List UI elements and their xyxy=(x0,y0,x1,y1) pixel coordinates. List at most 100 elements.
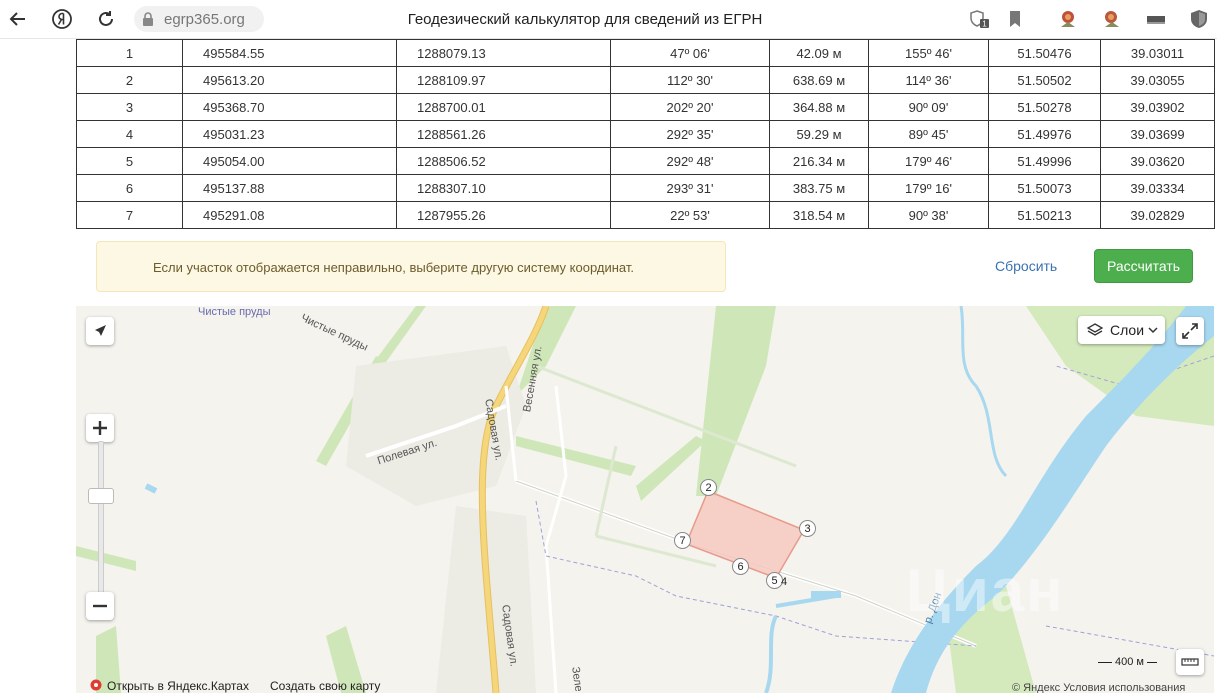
watermark: Циан xyxy=(906,557,1065,624)
extension-icon-3[interactable] xyxy=(1145,8,1167,30)
zoom-out-button[interactable] xyxy=(86,592,114,620)
url-text: egrp365.org xyxy=(164,11,245,28)
ruler-button[interactable] xyxy=(1176,649,1204,675)
address-bar[interactable]: egrp365.org xyxy=(134,6,264,32)
expand-icon xyxy=(1182,323,1198,339)
notice-text: Если участок отображается неправильно, в… xyxy=(153,260,634,275)
table-cell: 292º 35' xyxy=(610,120,770,148)
warning-notice: Если участок отображается неправильно, в… xyxy=(96,241,726,292)
bookmark-icon[interactable] xyxy=(1004,8,1026,30)
table-cell: 364.88 м xyxy=(769,93,869,121)
table-cell: 22º 53' xyxy=(610,201,770,229)
yandex-logo-icon[interactable] xyxy=(51,8,73,30)
table-cell: 51.50073 xyxy=(988,174,1101,202)
vertex-4[interactable]: 4 xyxy=(781,576,787,588)
scale-label: 400 м xyxy=(1115,656,1144,668)
table-cell: 383.75 м xyxy=(769,174,869,202)
fullscreen-button[interactable] xyxy=(1176,317,1204,345)
extension-icon-1[interactable] xyxy=(1057,8,1079,30)
table-cell: 1 xyxy=(76,39,183,67)
reload-icon[interactable] xyxy=(95,8,117,30)
table-cell: 202º 20' xyxy=(610,93,770,121)
table-cell: 4 xyxy=(76,120,183,148)
table-cell: 39.02829 xyxy=(1100,201,1215,229)
table-cell: 638.69 м xyxy=(769,66,869,94)
table-cell: 1288700.01 xyxy=(396,93,611,121)
extension-icon-2[interactable] xyxy=(1101,8,1123,30)
table-cell: 179º 16' xyxy=(868,174,989,202)
table-cell: 51.50502 xyxy=(988,66,1101,94)
zoom-in-button[interactable] xyxy=(86,414,114,442)
table-cell: 51.49976 xyxy=(988,120,1101,148)
table-row: 2 495613.20 1288109.97 112º 30' 638.69 м 114º… xyxy=(76,66,1215,94)
table-cell: 112º 30' xyxy=(610,66,770,94)
table-cell: 7 xyxy=(76,201,183,229)
table-cell: 42.09 м xyxy=(769,39,869,67)
label-chistye-prudy: Чистые пруды xyxy=(198,306,271,318)
vertex-7[interactable]: 7 xyxy=(674,532,691,549)
table-cell: 51.50476 xyxy=(988,39,1101,67)
open-yandex-maps-link[interactable]: Открыть в Яндекс.Картах xyxy=(90,679,249,693)
location-arrow-icon xyxy=(95,325,106,336)
vertex-3[interactable]: 3 xyxy=(799,520,816,537)
table-cell: 39.03055 xyxy=(1100,66,1215,94)
lock-icon xyxy=(143,12,153,26)
reset-link[interactable]: Сбросить xyxy=(995,258,1057,274)
map-background xyxy=(76,306,1214,693)
table-row: 7 495291.08 1287955.26 22º 53' 318.54 м 90º 3… xyxy=(76,201,1215,229)
table-cell: 495613.20 xyxy=(182,66,397,94)
scale-indicator: 400 м xyxy=(1098,656,1157,668)
plus-icon xyxy=(93,421,107,435)
table-cell: 39.03011 xyxy=(1100,39,1215,67)
table-cell: 90º 38' xyxy=(868,201,989,229)
table-cell: 39.03620 xyxy=(1100,147,1215,175)
page-title: Геодезический калькулятор для сведений и… xyxy=(407,11,763,28)
protect-icon[interactable]: 1 xyxy=(968,8,990,30)
copyright-text: © Яндекс Условия использования xyxy=(1012,682,1186,693)
table-cell: 495584.55 xyxy=(182,39,397,67)
table-cell: 2 xyxy=(76,66,183,94)
table-cell: 1288561.26 xyxy=(396,120,611,148)
map[interactable]: Чистые пруды Чистые пруды Полевая ул. Са… xyxy=(76,306,1214,693)
table-cell: 51.50213 xyxy=(988,201,1101,229)
ruler-icon xyxy=(1181,658,1199,666)
table-cell: 179º 46' xyxy=(868,147,989,175)
table-cell: 1288079.13 xyxy=(396,39,611,67)
geolocation-button[interactable] xyxy=(86,317,114,345)
table-cell: 47º 06' xyxy=(610,39,770,67)
table-cell: 495137.88 xyxy=(182,174,397,202)
table-cell: 155º 46' xyxy=(868,39,989,67)
table-cell: 59.29 м xyxy=(769,120,869,148)
layers-button[interactable]: Слои xyxy=(1078,316,1165,344)
table-row: 1 495584.55 1288079.13 47º 06' 42.09 м 155º 4… xyxy=(76,39,1215,67)
coordinates-table: 1 495584.55 1288079.13 47º 06' 42.09 м 155º 4… xyxy=(76,39,1215,229)
table-cell: 90º 09' xyxy=(868,93,989,121)
table-row: 4 495031.23 1288561.26 292º 35' 59.29 м 89º 4… xyxy=(76,120,1215,148)
table-cell: 495291.08 xyxy=(182,201,397,229)
table-row: 5 495054.00 1288506.52 292º 48' 216.34 м 179º… xyxy=(76,147,1215,175)
minus-icon xyxy=(93,604,107,608)
table-cell: 51.49996 xyxy=(988,147,1101,175)
layers-label: Слои xyxy=(1110,322,1145,338)
table-row: 3 495368.70 1288700.01 202º 20' 364.88 м 90º … xyxy=(76,93,1215,121)
table-cell: 5 xyxy=(76,147,183,175)
table-cell: 51.50278 xyxy=(988,93,1101,121)
svg-text:1: 1 xyxy=(982,20,987,29)
table-cell: 292º 48' xyxy=(610,147,770,175)
open-yandex-maps-label: Открыть в Яндекс.Картах xyxy=(107,679,249,693)
table-row: 6 495137.88 1288307.10 293º 31' 383.75 м 179º… xyxy=(76,174,1215,202)
vertex-2[interactable]: 2 xyxy=(700,479,717,496)
table-cell: 114º 36' xyxy=(868,66,989,94)
zoom-slider-handle[interactable] xyxy=(88,488,114,504)
calculate-button[interactable]: Рассчитать xyxy=(1094,249,1193,283)
create-map-link[interactable]: Создать свою карту xyxy=(270,679,380,693)
table-cell: 216.34 м xyxy=(769,147,869,175)
zoom-slider-track[interactable] xyxy=(98,441,104,598)
vertex-6[interactable]: 6 xyxy=(732,558,749,575)
shield-icon[interactable] xyxy=(1188,8,1210,30)
arrow-left-icon[interactable] xyxy=(7,8,29,30)
table-cell: 495031.23 xyxy=(182,120,397,148)
table-cell: 293º 31' xyxy=(610,174,770,202)
map-pin-icon xyxy=(90,679,102,691)
table-cell: 39.03699 xyxy=(1100,120,1215,148)
